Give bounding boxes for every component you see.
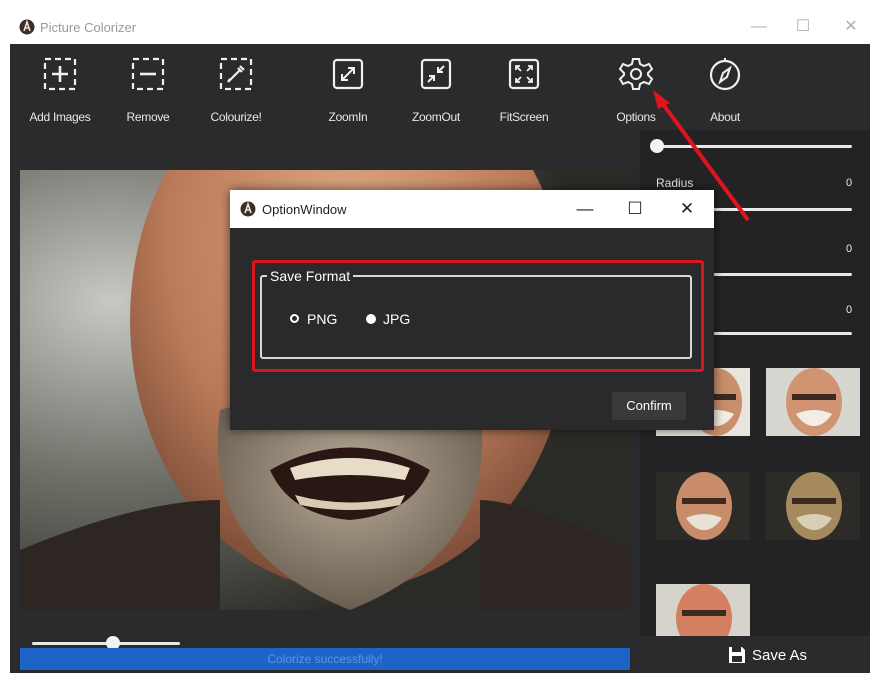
colourize-label: Colourize! [210, 110, 262, 124]
about-button[interactable]: About [683, 54, 767, 126]
about-label: About [710, 110, 740, 124]
app-window: Picture Colorizer — ☐ ✕ Add Images Remov… [10, 10, 870, 673]
radio-jpg-label: JPG [383, 311, 411, 327]
remove-icon [131, 57, 165, 91]
confirm-button[interactable]: Confirm [612, 392, 686, 420]
fit-screen-button[interactable]: FitScreen [482, 54, 566, 126]
radio-png-circle[interactable] [290, 314, 299, 323]
dialog-minimize-button[interactable]: — [572, 198, 598, 220]
status-text: Colorize successfully! [267, 652, 383, 666]
close-button[interactable]: ✕ [836, 14, 866, 40]
slider-1-thumb[interactable] [650, 139, 664, 153]
slider-3-value: 0 [846, 304, 853, 316]
options-label: Options [616, 110, 656, 124]
zoom-out-label: ZoomOut [412, 110, 460, 124]
add-images-label: Add Images [29, 110, 91, 124]
fit-screen-label: FitScreen [499, 110, 549, 124]
minimize-button[interactable]: — [744, 14, 774, 40]
thumbnail-5[interactable] [656, 584, 750, 636]
save-format-legend: Save Format [267, 268, 354, 284]
thumbnail-2[interactable] [766, 368, 860, 436]
compass-icon [709, 58, 741, 91]
zoom-in-button[interactable]: ZoomIn [306, 54, 390, 126]
add-images-button[interactable]: Add Images [18, 54, 102, 126]
remove-button[interactable]: Remove [106, 54, 190, 126]
save-icon [729, 647, 745, 663]
options-button[interactable]: Options [594, 54, 678, 126]
zoom-out-button[interactable]: ZoomOut [394, 54, 478, 126]
slider-2-value: 0 [846, 243, 853, 255]
maximize-button[interactable]: ☐ [788, 14, 818, 40]
radio-png-label: PNG [307, 311, 338, 327]
remove-label: Remove [126, 110, 170, 124]
toolbar: Add Images Remove Colourize! ZoomIn Zoom… [10, 44, 870, 130]
dialog-close-button[interactable]: ✕ [674, 198, 700, 220]
status-bar: Colorize successfully! [20, 648, 630, 670]
dialog-maximize-button[interactable]: ☐ [622, 198, 648, 220]
option-window-title-bar: OptionWindow — ☐ ✕ [230, 190, 714, 228]
radius-label: Radius [656, 176, 694, 190]
fit-screen-icon [508, 58, 540, 90]
radius-value: 0 [846, 177, 853, 189]
colourize-icon [219, 57, 253, 91]
option-window: OptionWindow — ☐ ✕ Save Format PNG JPG C… [230, 190, 714, 430]
zoom-out-icon [420, 58, 452, 90]
save-as-label: Save As [752, 647, 808, 664]
thumbnail-3[interactable] [656, 472, 750, 540]
window-title: Picture Colorizer [40, 20, 137, 35]
thumbnail-4[interactable] [766, 472, 860, 540]
radio-jpg-circle[interactable] [366, 314, 376, 324]
save-as-button[interactable]: Save As [640, 636, 870, 673]
colourize-button[interactable]: Colourize! [194, 54, 278, 126]
add-images-icon [43, 57, 77, 91]
slider-1-track[interactable] [652, 145, 852, 148]
app-logo-icon [19, 19, 35, 35]
zoom-in-label: ZoomIn [328, 110, 368, 124]
app-logo-icon [240, 201, 256, 217]
gear-icon [618, 58, 654, 90]
zoom-in-icon [332, 58, 364, 90]
title-bar: Picture Colorizer — ☐ ✕ [10, 10, 870, 44]
option-window-title: OptionWindow [262, 202, 347, 217]
